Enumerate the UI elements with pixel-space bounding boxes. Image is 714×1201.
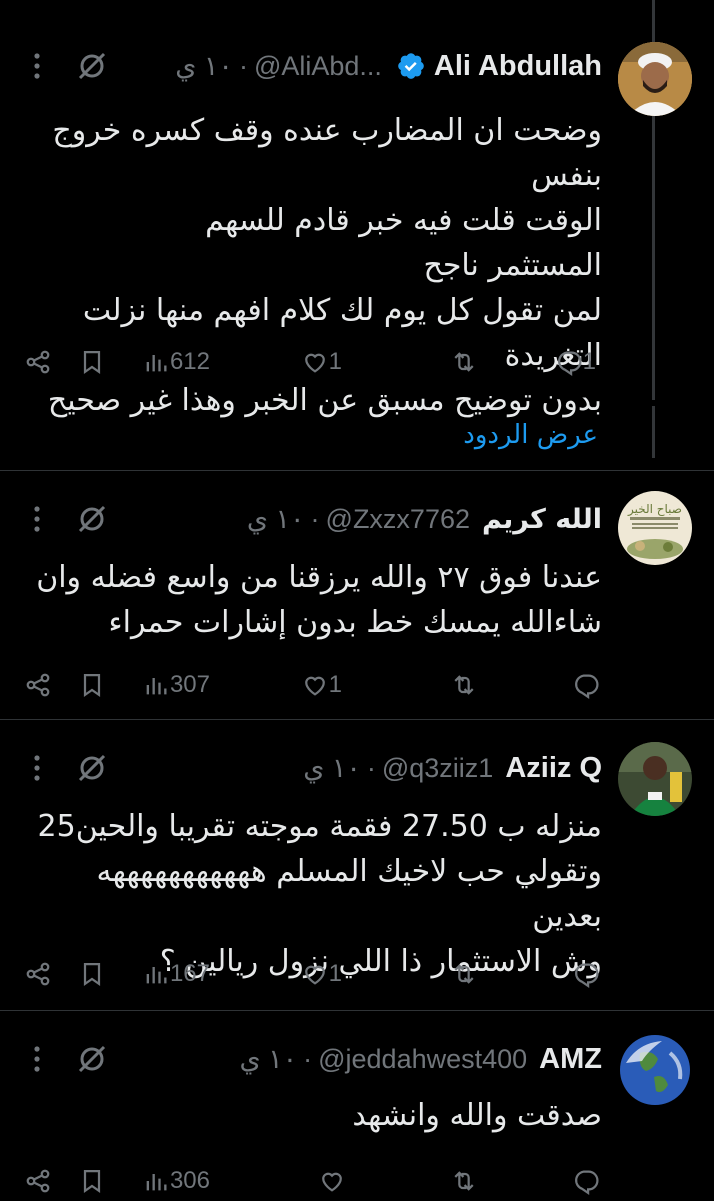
like-icon [304,353,325,373]
like-button[interactable]: 1 [301,342,346,382]
share-button[interactable] [24,1161,52,1201]
retweet-icon [454,352,474,372]
view-count: 167 [169,960,210,987]
timestamp[interactable]: ١٠ ي [247,504,305,535]
more-icon[interactable] [24,499,50,539]
tweet-actions: 306 [0,1161,714,1201]
bookmark-button[interactable] [78,1161,106,1201]
display-name[interactable]: Aziiz Q [505,752,602,785]
retweet-icon [454,675,474,695]
tweet[interactable]: Aziiz Q @q3ziiz1 · ١٠ ي منزله ب 27.50 فق… [0,720,714,1010]
show-replies-link[interactable]: عرض الردود [463,420,598,450]
retweet-button[interactable] [450,954,478,994]
display-name[interactable]: AMZ [539,1043,602,1076]
tweet-text: عندنا فوق ٢٧ والله يرزقنا من واسع فضله و… [36,560,602,640]
like-button[interactable]: 1 [301,954,346,994]
avatar[interactable] [618,1033,692,1107]
separator-dot: · [310,503,320,534]
more-icon[interactable] [24,748,50,788]
grok-icon[interactable] [72,1039,112,1079]
bookmark-button[interactable] [78,665,106,705]
reply-icon [575,1170,599,1195]
avatar[interactable] [618,742,692,816]
separator-dot: · [366,752,376,783]
views-button[interactable]: 167 [142,954,214,994]
like-count: 1 [328,960,342,987]
more-icon[interactable] [24,1039,50,1079]
share-icon [26,350,50,374]
tweet[interactable]: Ali Abdullah @AliAbd... · ١٠ ي وضحت ان ا… [0,0,714,470]
retweet-icon [454,964,474,984]
reply-button[interactable] [572,954,600,994]
like-icon [322,1172,342,1192]
timestamp[interactable]: ١٠ ي [303,753,361,784]
share-button[interactable] [24,665,52,705]
svg-text:صباح الخير: صباح الخير [627,502,682,517]
share-button[interactable] [24,954,52,994]
view-count: 307 [169,671,210,698]
handle[interactable]: @jeddahwest400 [318,1044,527,1075]
share-icon [26,1169,50,1193]
view-count: 306 [169,1167,210,1194]
share-button[interactable] [24,342,52,382]
retweet-icon [454,1171,474,1191]
like-count: 1 [328,671,342,698]
reply-icon [557,351,582,376]
bookmark-icon [83,962,101,987]
views-button[interactable]: 612 [142,342,214,382]
views-icon [146,678,167,695]
retweet-button[interactable] [450,665,478,705]
avatar[interactable] [618,42,692,116]
reply-icon [575,963,599,988]
view-count: 612 [169,348,210,375]
views-icon [146,355,167,372]
like-button[interactable] [318,1161,346,1201]
tweet-actions: 1 167 [0,954,714,994]
timestamp[interactable]: ١٠ ي [175,51,233,82]
separator-dot: · [238,50,248,81]
bookmark-button[interactable] [78,954,106,994]
like-icon [304,676,325,696]
handle[interactable]: @AliAbd... [254,51,382,82]
share-icon [26,962,50,986]
tweet[interactable]: AMZ @jeddahwest400 · ١٠ ي صدقت والله وان… [0,1011,714,1200]
reply-button[interactable]: 1 [555,342,600,382]
handle[interactable]: @Zxzx7762 [326,504,470,535]
like-count: 1 [328,348,342,375]
reply-icon [575,674,599,699]
reply-count: 1 [582,348,596,375]
grok-icon[interactable] [72,499,112,539]
reply-button[interactable] [572,665,600,705]
views-button[interactable]: 307 [142,665,214,705]
tweet[interactable]: صباح الخير الله كريم @Zxzx7762 · ١٠ ي عن… [0,471,714,719]
tweet-actions: 1 307 [0,665,714,705]
tweet-actions: 1 1 612 [0,342,714,382]
bookmark-icon [83,1169,101,1194]
share-icon [26,673,50,697]
bookmark-icon [83,350,101,375]
views-icon [146,967,167,984]
reply-button[interactable] [572,1161,600,1201]
like-icon [304,965,325,985]
separator-dot: · [303,1043,313,1074]
bookmark-button[interactable] [78,342,106,382]
avatar[interactable]: صباح الخير [618,491,692,565]
bookmark-icon [83,673,101,698]
timestamp[interactable]: ١٠ ي [239,1044,297,1075]
handle[interactable]: @q3ziiz1 [382,753,493,784]
more-icon[interactable] [24,46,50,86]
grok-icon[interactable] [72,748,112,788]
display-name[interactable]: الله كريم [482,504,602,535]
grok-icon[interactable] [72,46,112,86]
display-name[interactable]: Ali Abdullah [434,50,602,83]
retweet-button[interactable] [450,1161,478,1201]
tweet-text: صدقت والله وانشهد [352,1098,602,1133]
views-button[interactable]: 306 [142,1161,214,1201]
retweet-button[interactable] [450,342,478,382]
like-button[interactable]: 1 [301,665,346,705]
views-icon [146,1174,167,1191]
verified-icon [398,53,424,79]
